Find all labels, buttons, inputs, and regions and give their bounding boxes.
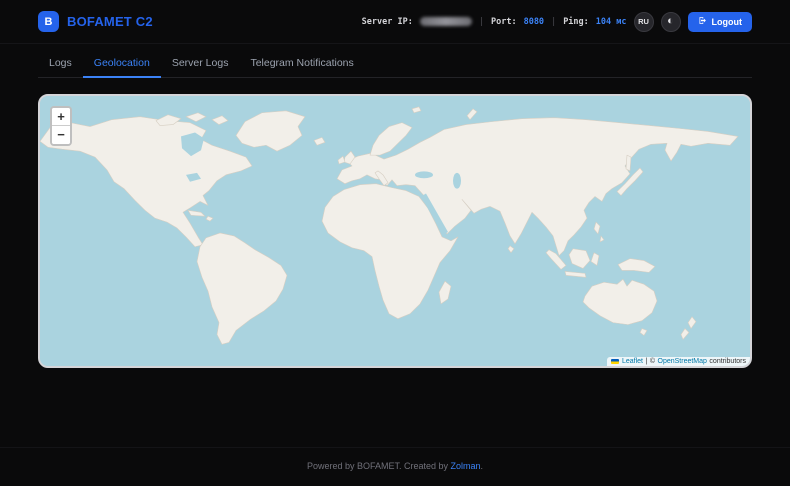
- ping-label: Ping:: [563, 17, 589, 27]
- map-zoom-control: + −: [50, 106, 72, 146]
- header-status-bar: Server IP: | Port: 8080 | Ping: 104 мс R…: [362, 12, 752, 32]
- geolocation-map[interactable]: + − Leaflet | © OpenStreetMap contributo…: [38, 94, 752, 368]
- footer: Powered by BOFAMET. Created by Zolman.: [0, 447, 790, 486]
- tab-bar: Logs Geolocation Server Logs Telegram No…: [38, 50, 752, 78]
- footer-text-suffix: .: [481, 461, 484, 471]
- map-attribution: Leaflet | © OpenStreetMap contributors: [607, 357, 750, 366]
- osm-link[interactable]: OpenStreetMap: [658, 358, 707, 365]
- zoom-out-button[interactable]: −: [52, 126, 70, 144]
- logout-button[interactable]: Logout: [688, 12, 753, 32]
- logout-label: Logout: [712, 17, 743, 27]
- port-value: 8080: [524, 17, 544, 27]
- contrast-icon: ◐: [667, 16, 674, 27]
- author-link[interactable]: Zolman: [451, 461, 481, 471]
- brand: B BOFAMET C2: [38, 11, 153, 32]
- app-root: B BOFAMET C2 Server IP: | Port: 8080 | P…: [0, 0, 790, 486]
- language-button[interactable]: RU: [634, 12, 654, 32]
- tab-logs[interactable]: Logs: [38, 50, 83, 78]
- divider: |: [479, 17, 484, 27]
- attribution-divider: |: [646, 358, 648, 365]
- footer-text: Powered by BOFAMET. Created by: [307, 461, 451, 471]
- logout-icon: [698, 16, 707, 27]
- leaflet-link[interactable]: Leaflet: [622, 358, 643, 365]
- ukraine-flag-icon: [611, 359, 619, 364]
- app-logo-icon: B: [38, 11, 59, 32]
- copyright-symbol: ©: [650, 358, 655, 365]
- tab-telegram-notifications[interactable]: Telegram Notifications: [239, 50, 364, 78]
- attribution-suffix: contributors: [709, 358, 746, 365]
- server-ip-redacted-value: [420, 17, 472, 26]
- ping-value: 104 мс: [596, 17, 627, 27]
- app-title: BOFAMET C2: [67, 14, 153, 29]
- tab-geolocation[interactable]: Geolocation: [83, 50, 161, 78]
- server-ip-label: Server IP:: [362, 17, 413, 27]
- logo-letter: B: [45, 16, 53, 28]
- divider: |: [551, 17, 556, 27]
- header: B BOFAMET C2 Server IP: | Port: 8080 | P…: [0, 0, 790, 44]
- world-map-canvas: [40, 96, 750, 366]
- port-label: Port:: [491, 17, 517, 27]
- tab-server-logs[interactable]: Server Logs: [161, 50, 240, 78]
- main-content: + − Leaflet | © OpenStreetMap contributo…: [0, 78, 790, 368]
- zoom-in-button[interactable]: +: [52, 108, 70, 126]
- theme-toggle-button[interactable]: ◐: [661, 12, 681, 32]
